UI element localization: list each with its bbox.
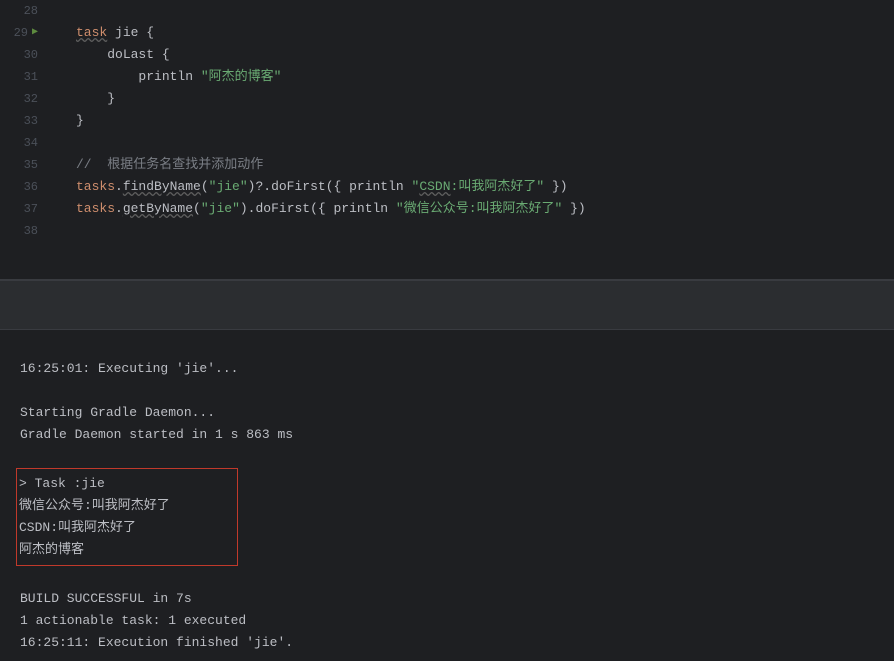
line-number[interactable]: 35 <box>0 154 46 176</box>
code-line[interactable] <box>76 0 894 22</box>
line-number[interactable]: 33 <box>0 110 46 132</box>
code-line[interactable]: doLast { <box>76 44 894 66</box>
console-output: 16:25:01: Executing 'jie'... <box>20 358 894 380</box>
line-number[interactable]: 32 <box>0 88 46 110</box>
console-output <box>20 446 894 468</box>
line-number[interactable]: 28 <box>0 0 46 22</box>
console-output <box>20 380 894 402</box>
line-gutter: 28 29▶ 30 31 32 33 34 35 36 37 38 <box>0 0 46 279</box>
line-number[interactable]: 30 <box>0 44 46 66</box>
console-output: Starting Gradle Daemon... <box>20 402 894 424</box>
editor-pane: 28 29▶ 30 31 32 33 34 35 36 37 38 task j… <box>0 0 894 280</box>
line-number[interactable]: 36 <box>0 176 46 198</box>
console-output: CSDN:叫我阿杰好了 <box>19 517 235 539</box>
console-output <box>20 566 894 588</box>
code-line[interactable]: println "阿杰的博客" <box>76 66 894 88</box>
run-icon[interactable]: ▶ <box>32 22 38 44</box>
highlighted-output: > Task :jie 微信公众号:叫我阿杰好了 CSDN:叫我阿杰好了 阿杰的… <box>16 468 238 566</box>
code-line[interactable] <box>76 220 894 242</box>
code-line[interactable]: tasks.findByName("jie")?.doFirst({ print… <box>76 176 894 198</box>
line-number[interactable]: 31 <box>0 66 46 88</box>
code-area[interactable]: task jie { doLast { println "阿杰的博客" } } … <box>46 0 894 279</box>
code-line[interactable] <box>76 132 894 154</box>
line-number[interactable]: 38 <box>0 220 46 242</box>
console-output: > Task :jie <box>19 473 235 495</box>
divider-bar[interactable] <box>0 280 894 330</box>
code-line[interactable]: tasks.getByName("jie").doFirst({ println… <box>76 198 894 220</box>
line-number[interactable]: 29▶ <box>0 22 46 44</box>
console-output: 阿杰的博客 <box>19 539 235 561</box>
console-output: BUILD SUCCESSFUL in 7s <box>20 588 894 610</box>
console-output: 微信公众号:叫我阿杰好了 <box>19 495 235 517</box>
code-line[interactable]: task jie { <box>76 22 894 44</box>
console-output: 1 actionable task: 1 executed <box>20 610 894 632</box>
console-output: Gradle Daemon started in 1 s 863 ms <box>20 424 894 446</box>
console-output: 16:25:11: Execution finished 'jie'. <box>20 632 894 654</box>
code-line[interactable]: } <box>76 88 894 110</box>
line-number[interactable]: 34 <box>0 132 46 154</box>
code-line[interactable]: } <box>76 110 894 132</box>
code-line[interactable]: // 根据任务名查找并添加动作 <box>76 154 894 176</box>
line-number[interactable]: 37 <box>0 198 46 220</box>
console-pane[interactable]: 16:25:01: Executing 'jie'... Starting Gr… <box>0 330 894 661</box>
